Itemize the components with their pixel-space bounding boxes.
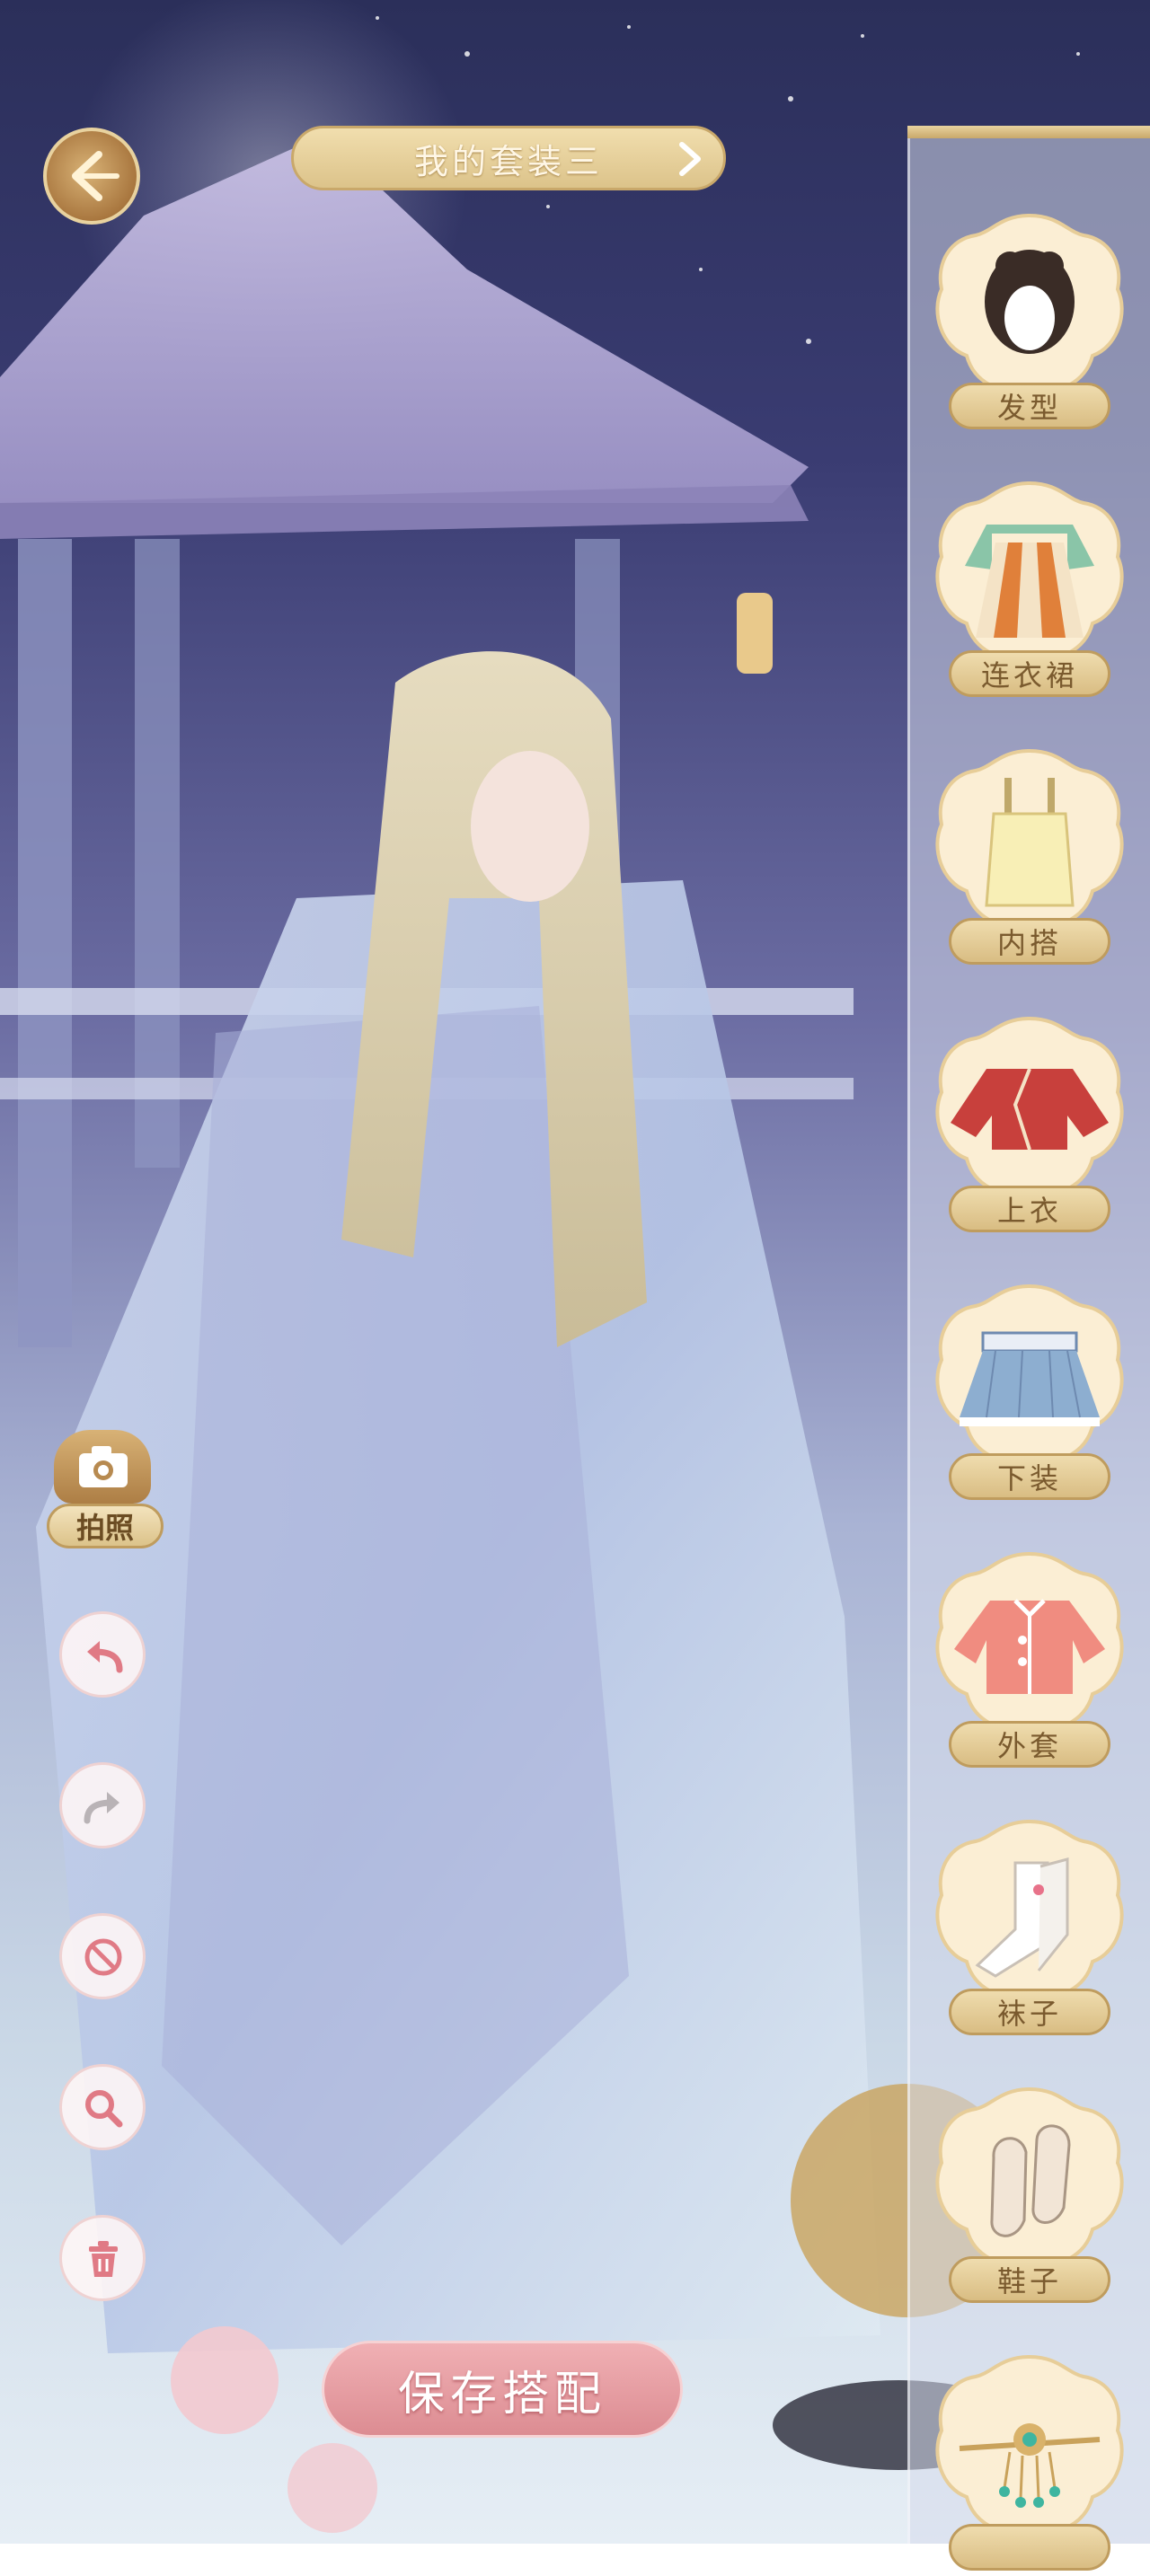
- category-label: 上衣: [949, 1186, 1110, 1232]
- dress-icon: [935, 481, 1124, 662]
- category-socks[interactable]: 袜子: [927, 1818, 1132, 2041]
- inner-top-icon: [935, 748, 1124, 930]
- category-coat[interactable]: 外套: [927, 1550, 1132, 1773]
- category-label: [949, 2524, 1110, 2571]
- prohibit-icon: [84, 1938, 122, 1976]
- redo-icon: [84, 1792, 119, 1824]
- category-bottoms[interactable]: 下装: [927, 1283, 1132, 1505]
- category-label: 下装: [949, 1453, 1110, 1500]
- photo-label[interactable]: 拍照: [47, 1504, 164, 1548]
- save-outfit-button[interactable]: 保存搭配: [322, 2341, 683, 2438]
- category-label: 外套: [949, 1721, 1110, 1768]
- magnifier-icon: [85, 2090, 123, 2128]
- category-shoes[interactable]: 鞋子: [927, 2086, 1132, 2308]
- clear-button[interactable]: [59, 1913, 146, 1999]
- category-panel-trim: [907, 126, 1150, 138]
- category-top[interactable]: 上衣: [927, 1015, 1132, 1238]
- socks-icon: [935, 1819, 1124, 2000]
- back-arrow-icon: [72, 151, 119, 201]
- skirt-icon: [935, 1284, 1124, 1465]
- hairstyle-icon: [935, 213, 1124, 394]
- undo-icon: [87, 1641, 123, 1673]
- undo-button[interactable]: [59, 1611, 146, 1698]
- coat-icon: [935, 1551, 1124, 1733]
- camera-icon: [79, 1446, 128, 1487]
- trash-icon: [89, 2241, 118, 2277]
- category-dress[interactable]: 连衣裙: [927, 480, 1132, 702]
- back-button[interactable]: [43, 128, 140, 225]
- top-icon: [935, 1016, 1124, 1197]
- save-outfit-label: 保存搭配: [397, 2367, 606, 2422]
- category-inner-top[interactable]: 内搭: [927, 747, 1132, 970]
- category-label: 袜子: [949, 1989, 1110, 2035]
- delete-button[interactable]: [59, 2215, 146, 2301]
- outfit-name: 我的套装三: [413, 141, 603, 181]
- shoes-icon: [935, 2086, 1124, 2268]
- outfit-name-selector[interactable]: 我的套装三: [291, 126, 726, 190]
- redo-button[interactable]: [59, 1762, 146, 1848]
- category-label: 发型: [949, 383, 1110, 429]
- hair-ornament-icon: [935, 2354, 1124, 2536]
- category-label: 连衣裙: [949, 650, 1110, 697]
- category-hairstyle[interactable]: 发型: [927, 212, 1132, 435]
- category-hair-ornament[interactable]: [927, 2353, 1132, 2576]
- chevron-right-icon: [679, 142, 701, 176]
- category-label: 鞋子: [949, 2256, 1110, 2303]
- zoom-button[interactable]: [59, 2064, 146, 2150]
- category-label: 内搭: [949, 918, 1110, 965]
